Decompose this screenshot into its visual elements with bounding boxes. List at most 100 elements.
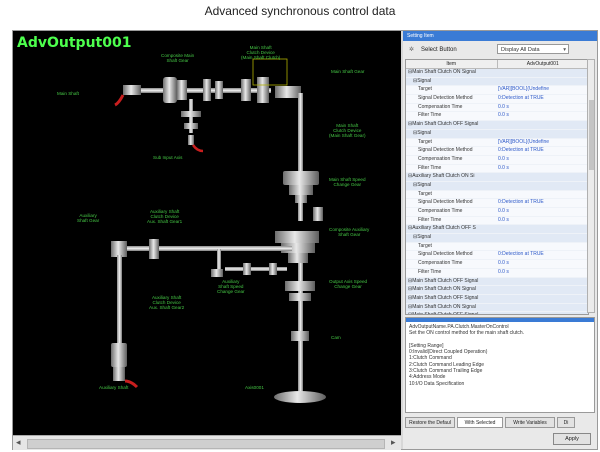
row-item-label: ⊟Signal — [413, 181, 432, 188]
row-value[interactable]: 0.0 s — [498, 260, 509, 268]
row-item-label: Filter Time — [418, 112, 442, 119]
settings-grid: Item AdvOutput001 ⊟Main Shaft Clutch ON … — [405, 59, 589, 315]
grid-row[interactable]: Target [VAR][BOOL](Undefine — [406, 86, 588, 96]
grid-row[interactable]: Signal Detection Method 0:Detection at TR… — [406, 147, 588, 156]
row-item-label: ⊟Main Shaft Clutch OFF Signal — [408, 294, 479, 301]
grid-row[interactable]: Filter Time 0.0 s — [406, 112, 588, 122]
row-value[interactable]: 0.0 s — [498, 208, 509, 216]
grid-row[interactable]: Target — [406, 190, 588, 200]
display-filter-dropdown[interactable]: Display All Data ▾ — [497, 44, 569, 54]
label-main-clutch-device: Main Shaft Clutch Device (Main Shaft Gea… — [329, 123, 366, 138]
row-item-label: ⊟Main Shaft Clutch OFF Signal — [408, 312, 478, 314]
row-item-label: Signal Detection Method — [418, 251, 473, 258]
grid-section-row[interactable]: ⊟Auxiliary Shaft Clutch ON Si — [406, 173, 588, 182]
grid-vertical-scrollbar[interactable] — [587, 59, 595, 313]
select-row: ✲ Select Button Display All Data ▾ — [405, 43, 595, 57]
apply-button[interactable]: Apply — [553, 433, 591, 445]
scroll-right-icon[interactable]: ▸ — [391, 437, 396, 448]
settings-panel: Setting Item ✲ Select Button Display All… — [403, 31, 597, 449]
grid-header: Item AdvOutput001 — [406, 60, 588, 69]
output-axis-assembly — [274, 263, 326, 403]
row-value[interactable]: 0:Detection at TRUE — [498, 251, 544, 259]
label-aux-clutch-device-2: Auxiliary Shaft Clutch Device Aux. Shaft… — [149, 295, 185, 310]
select-button[interactable]: Select Button — [421, 45, 457, 55]
row-value[interactable]: 0:Detection at TRUE — [498, 199, 544, 207]
row-item-label: Compensation Time — [418, 103, 463, 110]
grid-section-row[interactable]: ⊟Signal — [406, 234, 588, 243]
row-value[interactable]: 0:Detection at TRUE — [498, 95, 544, 103]
row-value[interactable]: 0.0 s — [498, 165, 509, 173]
restore-default-button[interactable]: Restore the Defaul — [405, 417, 455, 428]
grid-row[interactable]: Target — [406, 242, 588, 252]
row-value[interactable]: 0.0 s — [498, 112, 509, 120]
row-value[interactable]: 0.0 s — [498, 217, 509, 225]
grid-section-row[interactable]: ⊟Main Shaft Clutch ON Signal — [406, 286, 588, 295]
label-auxiliary-shaft: Auxiliary Shaft — [99, 385, 129, 390]
description-header-bar — [406, 318, 594, 322]
label-cam: Cam — [331, 335, 341, 340]
with-selected-tab[interactable]: With Selected — [457, 417, 503, 428]
canvas-horizontal-scrollbar[interactable]: ◂ ▸ — [13, 435, 401, 450]
row-item-label: Target — [418, 242, 432, 249]
row-item-label: Filter Time — [418, 268, 442, 275]
scroll-left-icon[interactable]: ◂ — [16, 437, 21, 448]
grid-section-row[interactable]: ⊟Main Shaft Clutch ON Signal — [406, 303, 588, 313]
column-header-item[interactable]: Item — [406, 60, 498, 68]
column-header-value[interactable]: AdvOutput001 — [498, 60, 589, 68]
grid-row[interactable]: Filter Time 0.0 s — [406, 268, 588, 278]
row-value[interactable]: 0:Detection at TRUE — [498, 147, 544, 155]
scrollbar-thumb[interactable] — [27, 439, 385, 449]
auxiliary-shaft-assembly — [111, 239, 292, 389]
panel-title: Setting Item — [403, 31, 597, 41]
grid-section-row[interactable]: ⊟Main Shaft Clutch OFF Signal — [406, 121, 588, 130]
row-item-label: Signal Detection Method — [418, 147, 473, 154]
row-value[interactable]: 0.0 s — [498, 156, 509, 164]
row-value[interactable]: [VAR][BOOL](Undefine — [498, 139, 549, 147]
label-output-axis-speed: Output Axis Speed Change Gear — [329, 279, 368, 289]
row-value[interactable]: 0.0 s — [498, 104, 509, 112]
write-variables-tab[interactable]: Write Variables — [505, 417, 555, 428]
grid-section-row[interactable]: ⊟Signal — [406, 77, 588, 87]
grid-row[interactable]: Filter Time 0.0 s — [406, 216, 588, 226]
grid-row[interactable]: Compensation Time 0.0 s — [406, 208, 588, 217]
grid-section-row[interactable]: ⊟Signal — [406, 181, 588, 191]
grid-row[interactable]: Signal Detection Method 0:Detection at TR… — [406, 199, 588, 208]
row-item-label: ⊟Auxiliary Shaft Clutch OFF S — [408, 225, 476, 232]
grid-row[interactable]: Filter Time 0.0 s — [406, 164, 588, 174]
row-item-label: ⊟Signal — [413, 234, 432, 241]
grid-row[interactable]: Compensation Time 0.0 s — [406, 260, 588, 269]
row-item-label: ⊟Main Shaft Clutch OFF Signal — [408, 121, 479, 128]
bottom-tabs: Restore the Defaul With Selected Write V… — [405, 417, 597, 429]
main-shaft-assembly — [114, 58, 303, 221]
grid-rows: ⊟Main Shaft Clutch ON Signal ⊟Signal Targe… — [406, 69, 588, 314]
grid-section-row[interactable]: ⊟Signal — [406, 129, 588, 139]
grid-section-row[interactable]: ⊟Main Shaft Clutch ON Signal — [406, 69, 588, 78]
row-item-label: ⊟Main Shaft Clutch ON Signal — [408, 303, 476, 310]
pin-icon[interactable]: ✲ — [409, 46, 414, 53]
row-item-label: Signal Detection Method — [418, 199, 473, 206]
grid-row[interactable]: Compensation Time 0.0 s — [406, 103, 588, 113]
app-window: AdvOutput001 Main Shaft Composite Main S… — [12, 30, 598, 450]
grid-section-row[interactable]: ⊟Main Shaft Clutch OFF Signal — [406, 294, 588, 304]
grid-section-row[interactable]: ⊟Main Shaft Clutch OFF Signal — [406, 312, 588, 314]
module-diagram-canvas[interactable]: AdvOutput001 Main Shaft Composite Main S… — [13, 31, 401, 435]
row-value[interactable]: 0.0 s — [498, 269, 509, 277]
chevron-down-icon: ▾ — [563, 47, 566, 53]
label-main-shaft-gear: Main Shaft Gear — [331, 69, 365, 74]
row-item-label: Target — [418, 138, 432, 145]
row-item-label: ⊟Main Shaft Clutch ON Signal — [408, 69, 476, 75]
row-item-label: Target — [418, 86, 432, 93]
grid-row[interactable]: Signal Detection Method 0:Detection at TR… — [406, 251, 588, 261]
label-auxiliary-shaft-gear: Auxiliary Shaft Gear — [77, 213, 100, 223]
grid-row[interactable]: Compensation Time 0.0 s — [406, 155, 588, 165]
grid-section-row[interactable]: ⊟Main Shaft Clutch OFF Signal — [406, 277, 588, 287]
grid-row[interactable]: Target [VAR][BOOL](Undefine — [406, 138, 588, 148]
row-item-label: ⊟Signal — [413, 77, 432, 84]
grid-row[interactable]: Signal Detection Method 0:Detection at TR… — [406, 95, 588, 104]
label-axis0001: Axis0001 — [245, 385, 264, 390]
grid-section-row[interactable]: ⊟Auxiliary Shaft Clutch OFF S — [406, 225, 588, 235]
overflow-tab[interactable]: Di — [557, 417, 575, 428]
row-value[interactable]: [VAR][BOOL](Undefine — [498, 86, 549, 94]
scrollbar-thumb[interactable] — [589, 100, 594, 170]
row-item-label: ⊟Auxiliary Shaft Clutch ON Si — [408, 173, 475, 180]
